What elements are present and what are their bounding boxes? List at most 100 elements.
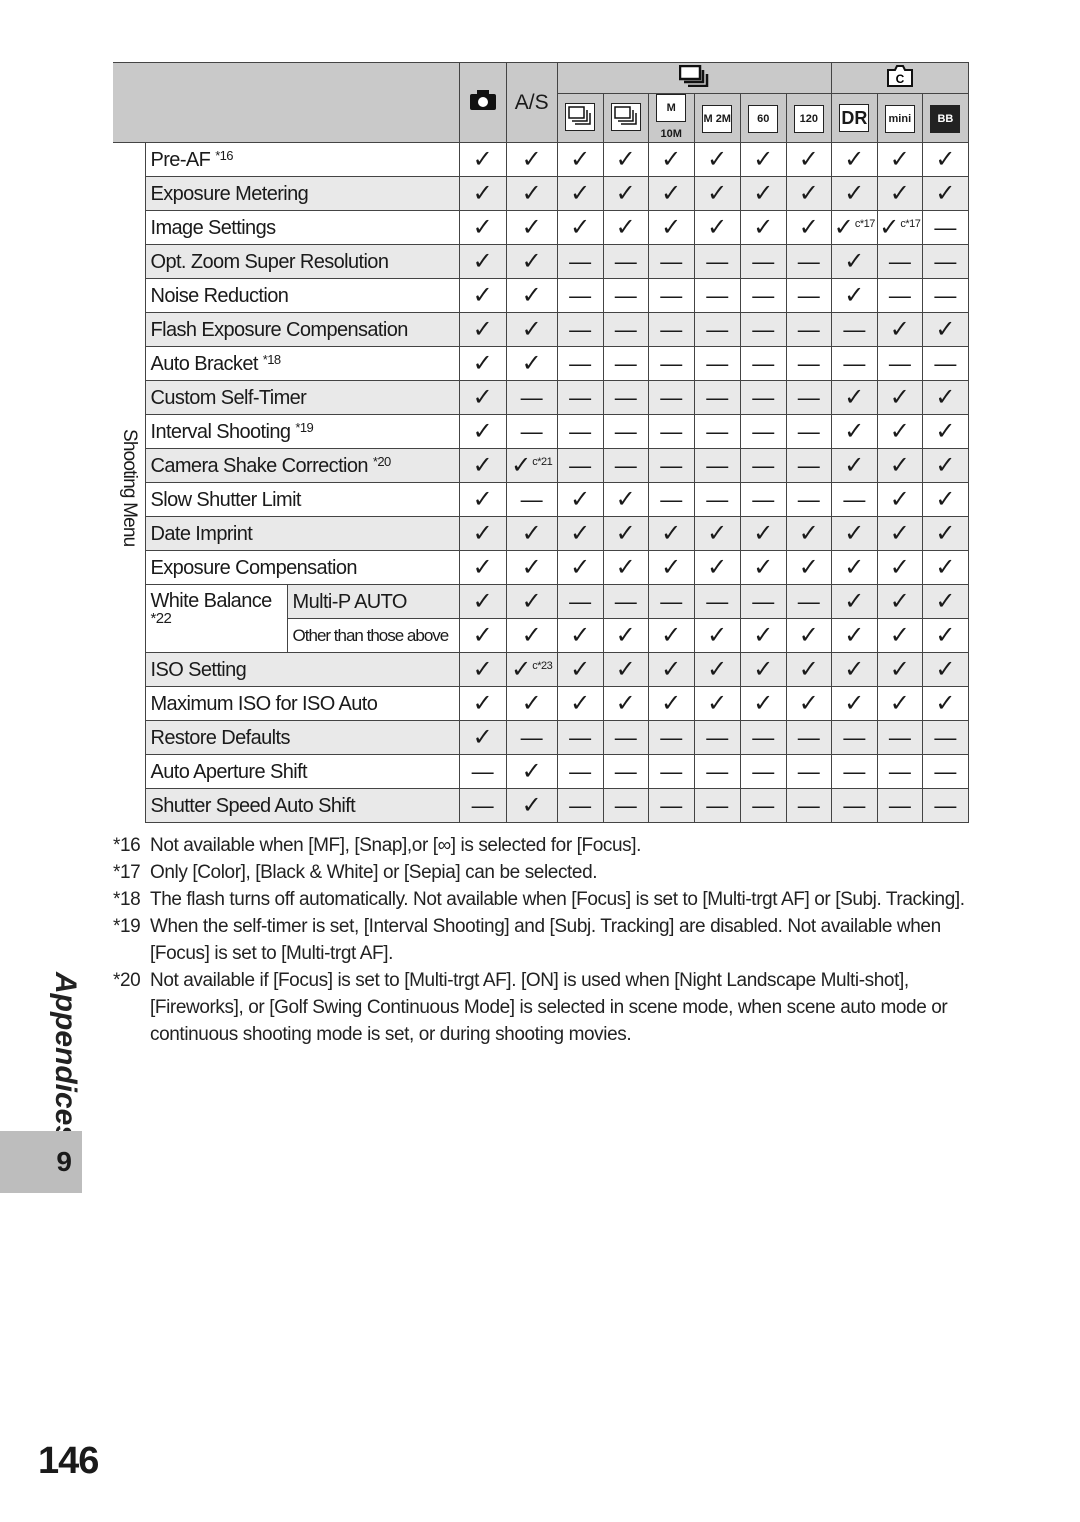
availability-cell: — (647, 788, 695, 823)
row-label: White Balance *22 (144, 584, 288, 653)
availability-cell: — (505, 414, 558, 449)
availability-cell: ✓ (876, 652, 923, 687)
check-mark-icon: ✓ (935, 451, 956, 479)
availability-cell: ✓ (505, 516, 558, 551)
availability-cell: ✓ (602, 686, 649, 721)
row-label-note: *20 (372, 454, 391, 469)
row-sublabel: Multi-P AUTO (286, 584, 460, 619)
check-mark-icon: ✓ (521, 689, 542, 717)
availability-cell: — (785, 414, 832, 449)
check-mark-icon: ✓ (889, 145, 910, 173)
availability-cell: ✓ (602, 210, 649, 245)
row-label-note: *19 (295, 420, 314, 435)
check-mark-icon: ✓ (798, 519, 819, 547)
availability-cell: ✓ (785, 210, 832, 245)
check-mark-icon: ✓ (798, 621, 819, 649)
header-subcolumn (556, 93, 604, 143)
check-mark-icon: ✓ (472, 451, 493, 479)
check-mark-icon: ✓ (661, 553, 682, 581)
header-row: A/S C (113, 62, 970, 143)
check-mark-icon: ✓ (615, 621, 636, 649)
dash-mark-icon: — (706, 418, 729, 444)
dash-mark-icon: — (797, 724, 820, 750)
dash-mark-icon: — (660, 724, 683, 750)
dash-mark-icon: — (569, 384, 592, 410)
availability-cell: ✓ (876, 414, 923, 449)
availability-cell: ✓ (458, 312, 507, 347)
availability-cell: ✓ (785, 142, 832, 177)
availability-cell: ✓ (876, 448, 923, 483)
availability-cell: ✓ (647, 618, 695, 653)
availability-cell: — (830, 482, 878, 517)
availability-cell: ✓ (739, 686, 787, 721)
availability-cell: ✓ (505, 142, 558, 177)
availability-cell: — (830, 754, 878, 789)
dash-mark-icon: — (797, 316, 820, 342)
dash-mark-icon: — (843, 724, 866, 750)
dash-mark-icon: — (843, 350, 866, 376)
check-mark-icon: ✓ (570, 621, 591, 649)
dash-mark-icon: — (888, 350, 911, 376)
availability-cell: — (921, 278, 970, 313)
manual-page: A/S C M 10M M 2M 60 120 DR mini BB Shooting Me… (0, 0, 1080, 1522)
table-row: Maximum ISO for ISO Auto ✓ ✓ ✓ ✓ ✓ ✓ ✓ ✓ ✓ ✓ ✓ (113, 686, 970, 721)
check-mark-icon: ✓ (889, 519, 910, 547)
dash-mark-icon: — (888, 248, 911, 274)
availability-cell: — (921, 346, 970, 381)
availability-cell: — (785, 278, 832, 313)
svg-text:C: C (896, 72, 905, 86)
check-mark-icon: ✓ (889, 383, 910, 411)
availability-cell: — (739, 278, 787, 313)
dash-mark-icon: — (706, 248, 729, 274)
dash-mark-icon: — (660, 384, 683, 410)
header-subcolumn: DR (830, 93, 878, 143)
availability-cell: ✓ (693, 142, 741, 177)
check-mark-icon: ✓ (661, 519, 682, 547)
header-subcolumn: 120 (785, 93, 832, 143)
availability-cell: — (505, 720, 558, 755)
check-mark-icon: ✓ (615, 553, 636, 581)
check-mark-icon: ✓ (798, 689, 819, 717)
row-label-text: Camera Shake Correction (150, 455, 369, 477)
dash-mark-icon: — (797, 282, 820, 308)
availability-cell: — (602, 380, 649, 415)
availability-cell: — (921, 788, 970, 823)
availability-cell: ✓ (921, 584, 970, 619)
cont-60-icon: 60 (748, 105, 779, 133)
table-row: Custom Self-Timer ✓ — — — — — — — ✓ ✓ ✓ (113, 380, 970, 415)
dash-mark-icon: — (569, 418, 592, 444)
availability-cell: ✓ (830, 142, 878, 177)
section-label: Appendices (49, 972, 82, 1143)
dash-mark-icon: — (706, 384, 729, 410)
availability-cell: — (693, 414, 741, 449)
availability-cell: — (556, 244, 604, 279)
row-label: Date Imprint (144, 516, 460, 551)
availability-cell: ✓ (739, 550, 787, 585)
availability-cell: — (785, 482, 832, 517)
header-scene-group: C (830, 62, 970, 94)
availability-cell: ✓ (876, 482, 923, 517)
check-mark-icon: ✓ (935, 145, 956, 173)
chapter-tab: 9 (0, 1131, 82, 1193)
check-mark-icon: ✓ (521, 145, 542, 173)
dash-mark-icon: — (706, 350, 729, 376)
dash-mark-icon: — (660, 350, 683, 376)
dash-mark-icon: — (843, 316, 866, 342)
check-mark-icon: ✓ (570, 213, 591, 241)
check-mark-icon: ✓ (798, 179, 819, 207)
dash-mark-icon: — (888, 724, 911, 750)
availability-cell: — (830, 312, 878, 347)
check-mark-icon: ✓ (844, 179, 865, 207)
dash-mark-icon: — (569, 452, 592, 478)
availability-cell: — (785, 346, 832, 381)
availability-cell: ✓ (693, 652, 741, 687)
footnote-ref: c*17 (900, 217, 921, 230)
row-label: Opt. Zoom Super Resolution (144, 244, 460, 279)
availability-cell: ✓ (647, 176, 695, 211)
availability-cell: ✓ (505, 618, 558, 653)
dash-mark-icon: — (614, 452, 637, 478)
footnote-ref: c*21 (532, 455, 553, 468)
check-mark-icon: ✓ (844, 281, 865, 309)
check-mark-icon: ✓ (889, 451, 910, 479)
row-label-text: Flash Exposure Compensation (150, 318, 409, 341)
